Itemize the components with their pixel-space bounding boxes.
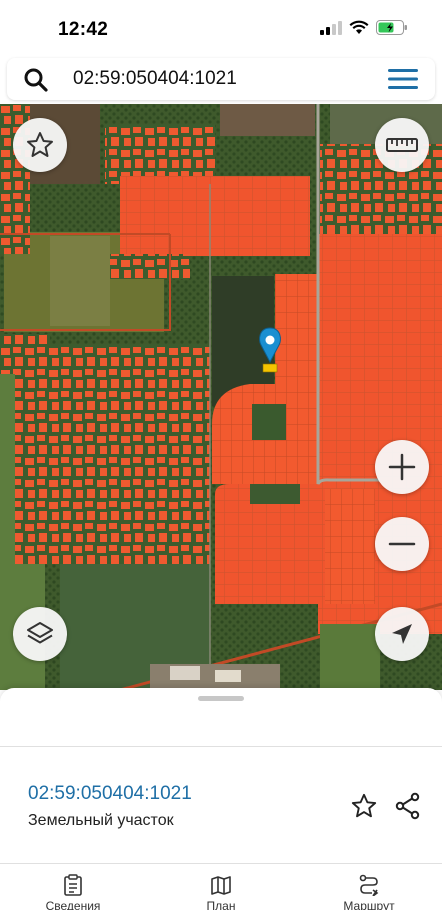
- tab-plan[interactable]: План: [161, 874, 281, 910]
- tab-route[interactable]: Маршрут: [309, 874, 429, 910]
- signal-icon: [320, 20, 342, 35]
- share-icon: [395, 792, 420, 820]
- menu-icon[interactable]: [387, 67, 419, 91]
- route-icon: [359, 874, 379, 896]
- search-input[interactable]: 02:59:050404:1021: [73, 68, 237, 90]
- search-bar[interactable]: 02:59:050404:1021: [7, 58, 435, 100]
- ruler-button[interactable]: [375, 118, 429, 172]
- zoom-out-icon: [388, 542, 416, 546]
- zoom-in-button[interactable]: [375, 440, 429, 494]
- status-bar: 12:42: [0, 0, 442, 58]
- ruler-icon: [386, 138, 418, 152]
- tab-label: Сведения: [45, 899, 101, 910]
- map-icon: [211, 876, 231, 895]
- layers-button[interactable]: [13, 607, 67, 661]
- battery-icon: [376, 20, 407, 35]
- search-icon[interactable]: [23, 67, 49, 93]
- zoom-in-icon: [388, 453, 416, 481]
- star-icon: [351, 793, 377, 818]
- favorite-parcel-button[interactable]: [347, 789, 381, 823]
- share-button[interactable]: [391, 789, 425, 823]
- favorite-button[interactable]: [13, 118, 67, 172]
- my-location-button[interactable]: [375, 607, 429, 661]
- zoom-out-button[interactable]: [375, 517, 429, 571]
- status-icons: [320, 20, 408, 35]
- parcel-type: Земельный участок: [28, 812, 174, 829]
- parcel-sheet: 02:59:050404:1021 Земельный участок Свед…: [0, 688, 442, 910]
- sheet-handle[interactable]: [198, 696, 244, 701]
- tab-info[interactable]: Сведения: [13, 874, 133, 910]
- divider: [0, 746, 442, 747]
- map-view[interactable]: [0, 104, 442, 690]
- star-icon: [27, 132, 53, 157]
- tab-label: План: [206, 899, 236, 910]
- layers-icon: [27, 622, 53, 644]
- tabbar-divider: [0, 863, 442, 864]
- clipboard-icon: [64, 874, 82, 896]
- cadastral-number[interactable]: 02:59:050404:1021: [28, 783, 192, 805]
- location-arrow-icon: [392, 624, 412, 644]
- status-time: 12:42: [58, 19, 109, 40]
- satellite-map[interactable]: [0, 104, 442, 690]
- wifi-icon: [349, 20, 369, 34]
- tab-label: Маршрут: [343, 899, 395, 910]
